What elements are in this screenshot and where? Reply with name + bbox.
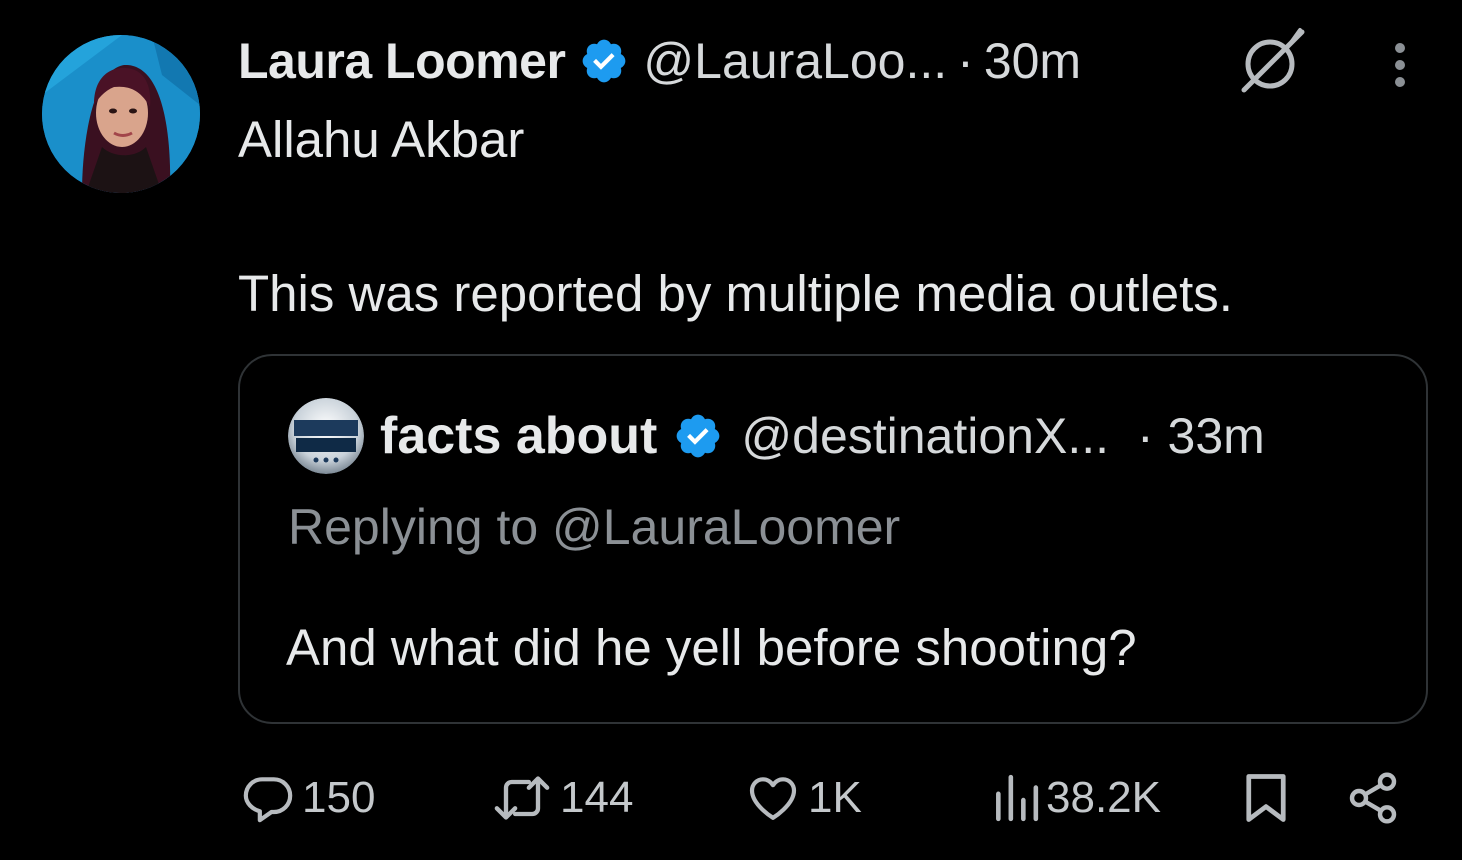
reply-icon (243, 777, 293, 823)
like-count: 1K (808, 773, 862, 822)
views-chart-icon (996, 774, 1039, 822)
bookmark-icon (1246, 774, 1286, 822)
author-display-name[interactable]: Laura Loomer (238, 32, 566, 90)
avatar-image (42, 35, 200, 193)
author-handle[interactable]: @LauraLoo... (643, 32, 947, 90)
post-text-line: This was reported by multiple media outl… (238, 265, 1233, 322)
quoted-display-name[interactable]: facts about (380, 406, 657, 466)
repost-icon (494, 776, 550, 820)
action-bar: 150 144 1K 38.2K (0, 766, 1462, 830)
replying-to-label[interactable]: Replying to @LauraLoomer (288, 498, 900, 556)
grok-icon[interactable] (1234, 26, 1310, 96)
heart-icon (749, 777, 797, 820)
quoted-handle[interactable]: @destinationX... (741, 407, 1109, 465)
header-separator: · (957, 33, 974, 89)
facts-about-logo (288, 398, 364, 474)
verified-badge-icon[interactable] (579, 36, 629, 86)
post-timestamp[interactable]: 30m (984, 32, 1081, 90)
like-button[interactable]: 1K (744, 766, 862, 830)
verified-badge-icon[interactable] (673, 411, 723, 461)
quoted-timestamp[interactable]: · 33m (1137, 407, 1265, 465)
share-button[interactable] (1345, 766, 1401, 830)
share-icon (1349, 772, 1397, 824)
quoted-author-avatar[interactable] (288, 398, 364, 474)
repost-button[interactable]: 144 (490, 766, 633, 830)
quoted-header: facts about @destinationX... · 33m (380, 404, 1265, 468)
repost-count: 144 (560, 773, 634, 822)
quoted-text: And what did he yell before shooting? (286, 619, 1137, 676)
views-count: 38.2K (1046, 773, 1161, 822)
more-dots-icon[interactable] (1382, 40, 1418, 90)
reply-count: 150 (302, 773, 376, 822)
reply-button[interactable]: 150 (240, 766, 375, 830)
quoted-tweet[interactable]: facts about @destinationX... · 33m Reply… (238, 354, 1428, 724)
tweet-card[interactable]: Laura Loomer @LauraLoo... · 30m Allahu A… (0, 0, 1462, 860)
post-text-line: Allahu Akbar (238, 111, 525, 168)
tweet-header: Laura Loomer @LauraLoo... · 30m (238, 30, 1081, 92)
views-button[interactable]: 38.2K (990, 766, 1161, 830)
author-avatar[interactable] (42, 35, 200, 193)
bookmark-button[interactable] (1240, 766, 1292, 830)
